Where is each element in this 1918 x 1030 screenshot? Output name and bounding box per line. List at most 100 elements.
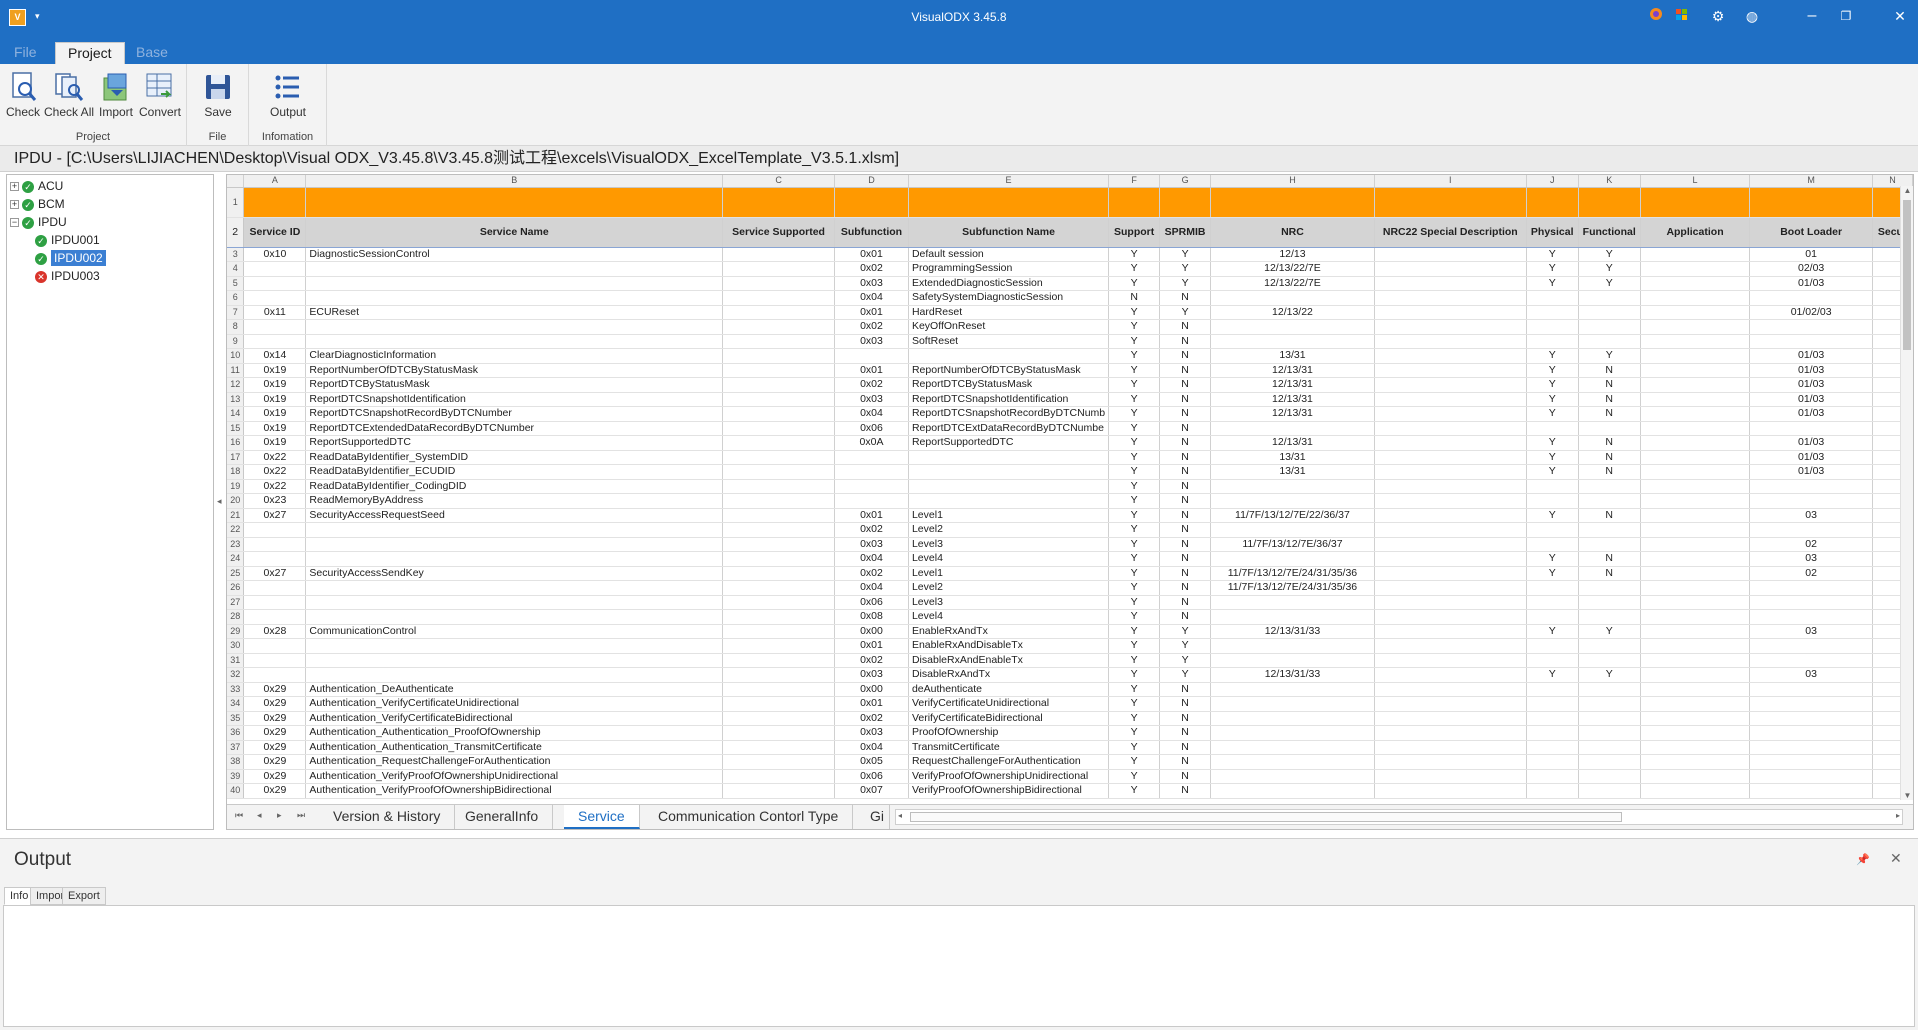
table-cell[interactable] (243, 290, 307, 306)
table-cell[interactable]: Y (1108, 261, 1161, 277)
table-cell[interactable] (722, 624, 836, 639)
table-cell[interactable]: 01/03 (1749, 464, 1873, 480)
table-cell[interactable]: Level3 (908, 595, 1110, 610)
table-cell[interactable]: 11/7F/13/12/7E/22/36/37 (1210, 508, 1375, 523)
sheet-tab-generalinfo[interactable]: GeneralInfo (451, 805, 554, 829)
header-band-cell[interactable] (1374, 187, 1527, 218)
tab-base[interactable]: Base (124, 42, 180, 64)
table-cell[interactable] (722, 711, 836, 726)
table-cell[interactable]: 0x01 (834, 363, 909, 378)
table-cell[interactable] (722, 290, 836, 306)
table-cell[interactable]: Y (1108, 682, 1161, 697)
table-cell[interactable]: 0x29 (243, 769, 307, 784)
table-cell[interactable] (1749, 783, 1873, 799)
table-cell[interactable] (1526, 769, 1579, 784)
table-cell[interactable]: ReportDTCSnapshotIdentification (305, 392, 724, 407)
table-cell[interactable]: N (1159, 348, 1212, 364)
table-cell[interactable] (1210, 609, 1375, 625)
table-cell[interactable]: 12/13/31 (1210, 377, 1375, 393)
table-cell[interactable]: 0x23 (243, 493, 307, 509)
table-cell[interactable] (1640, 305, 1751, 320)
table-cell[interactable] (1578, 711, 1641, 726)
table-cell[interactable] (1749, 334, 1873, 349)
table-cell[interactable]: Y (1108, 305, 1161, 320)
settings-gear-icon[interactable]: ⚙ (1706, 6, 1730, 26)
table-cell[interactable] (1374, 508, 1527, 523)
table-cell[interactable]: N (1159, 319, 1212, 335)
table-cell[interactable]: Y (1108, 392, 1161, 407)
table-cell[interactable]: 01/03 (1749, 406, 1873, 422)
table-cell[interactable] (1749, 609, 1873, 625)
table-cell[interactable]: 0x22 (243, 479, 307, 494)
row-number[interactable]: 35 (227, 711, 245, 726)
table-cell[interactable] (243, 667, 307, 683)
table-cell[interactable]: Authentication_VerifyCertificateUnidirec… (305, 696, 724, 712)
table-cell[interactable] (1578, 319, 1641, 335)
table-cell[interactable]: Y (1108, 783, 1161, 799)
table-cell[interactable]: 0x22 (243, 464, 307, 480)
row-number[interactable]: 39 (227, 769, 245, 784)
table-cell[interactable] (1374, 290, 1527, 306)
table-cell[interactable] (1749, 769, 1873, 784)
table-cell[interactable] (722, 450, 836, 465)
row-number[interactable]: 34 (227, 696, 245, 712)
table-cell[interactable] (1210, 319, 1375, 335)
row-number[interactable]: 7 (227, 305, 245, 320)
table-cell[interactable] (1640, 624, 1751, 639)
table-cell[interactable]: ReadDataByIdentifier_ECUDID (305, 464, 724, 480)
table-cell[interactable]: 01/03 (1749, 348, 1873, 364)
table-cell[interactable] (1640, 392, 1751, 407)
table-cell[interactable]: deAuthenticate (908, 682, 1110, 697)
table-cell[interactable]: 0x02 (834, 653, 909, 668)
table-cell[interactable]: VerifyProofOfOwnershipUnidirectional (908, 769, 1110, 784)
table-cell[interactable] (1749, 725, 1873, 741)
table-cell[interactable] (722, 638, 836, 654)
table-cell[interactable]: ReportNumberOfDTCByStatusMask (908, 363, 1110, 378)
table-cell[interactable] (1640, 522, 1751, 538)
table-cell[interactable] (722, 305, 836, 320)
table-cell[interactable]: 01/03 (1749, 363, 1873, 378)
table-cell[interactable] (1374, 261, 1527, 277)
table-cell[interactable] (1526, 696, 1579, 712)
import-button[interactable]: Import (98, 70, 134, 130)
row-number[interactable]: 8 (227, 319, 245, 335)
table-cell[interactable] (1526, 537, 1579, 552)
table-cell[interactable]: Y (1526, 667, 1579, 683)
table-cell[interactable]: Y (1526, 348, 1579, 364)
table-cell[interactable]: 0x28 (243, 624, 307, 639)
table-cell[interactable] (1749, 319, 1873, 335)
table-cell[interactable]: 0x19 (243, 406, 307, 422)
table-cell[interactable]: 0x02 (834, 566, 909, 581)
convert-button[interactable]: Convert (138, 70, 182, 130)
close-output-icon[interactable]: ✕ (1890, 850, 1902, 867)
first-sheet-icon[interactable]: ⏮ (235, 810, 243, 821)
table-cell[interactable] (1578, 537, 1641, 552)
table-cell[interactable] (722, 667, 836, 683)
table-cell[interactable] (305, 290, 724, 306)
table-cell[interactable]: 0x0A (834, 435, 909, 451)
table-cell[interactable] (243, 261, 307, 277)
table-cell[interactable]: 0x27 (243, 508, 307, 523)
table-cell[interactable]: EnableRxAndDisableTx (908, 638, 1110, 654)
table-cell[interactable]: Y (1108, 377, 1161, 393)
table-cell[interactable]: 03 (1749, 624, 1873, 639)
row-number[interactable]: 36 (227, 725, 245, 741)
table-cell[interactable] (722, 609, 836, 625)
table-cell[interactable]: Authentication_VerifyCertificateBidirect… (305, 711, 724, 726)
table-cell[interactable] (1640, 421, 1751, 436)
table-cell[interactable] (1374, 682, 1527, 697)
spreadsheet[interactable]: A B C D E F G H I J K L M N 1 2 Service ID Service Name Se… (226, 174, 1914, 830)
table-cell[interactable]: N (1159, 392, 1212, 407)
table-cell[interactable]: N (1159, 537, 1212, 552)
row-number[interactable]: 6 (227, 290, 245, 306)
table-cell[interactable]: 13/31 (1210, 450, 1375, 465)
table-cell[interactable]: 0x04 (834, 740, 909, 755)
table-cell[interactable]: 0x02 (834, 261, 909, 277)
table-cell[interactable] (1640, 696, 1751, 712)
table-cell[interactable] (722, 769, 836, 784)
table-cell[interactable]: N (1578, 392, 1641, 407)
row-number[interactable]: 14 (227, 406, 245, 422)
column-letter[interactable]: K (1578, 175, 1641, 188)
table-cell[interactable] (1374, 653, 1527, 668)
table-cell[interactable]: 0x19 (243, 377, 307, 393)
